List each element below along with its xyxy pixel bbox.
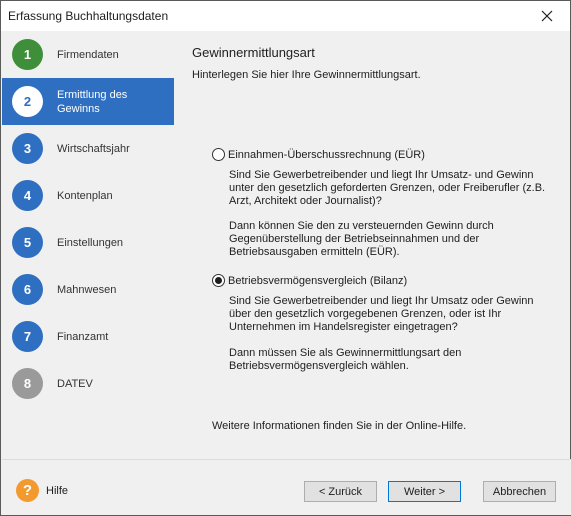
radio-euer-label[interactable]: Einnahmen-Überschussrechnung (EÜR) (228, 149, 425, 161)
help-icon[interactable]: ? (16, 479, 39, 502)
step-number-badge: 6 (12, 274, 43, 305)
radio-option-euer[interactable]: Einnahmen-Überschussrechnung (EÜR) (212, 148, 425, 161)
radio-euer[interactable] (212, 148, 225, 161)
wizard-sidebar: 1 Firmendaten 2 Ermittlung des Gewinns 3… (2, 31, 174, 459)
window-title: Erfassung Buchhaltungsdaten (8, 9, 169, 23)
step-mahnwesen[interactable]: 6 Mahnwesen (2, 266, 174, 313)
step-number-badge: 4 (12, 180, 43, 211)
page-subtitle: Hinterlegen Sie hier Ihre Gewinnermittlu… (192, 69, 421, 81)
step-number-badge: 2 (12, 86, 43, 117)
bilanz-description-2: Dann müssen Sie als Gewinnermittlungsart… (229, 347, 462, 372)
step-label: DATEV (57, 377, 93, 390)
step-label: Firmendaten (57, 48, 119, 61)
step-wirtschaftsjahr[interactable]: 3 Wirtschaftsjahr (2, 125, 174, 172)
step-label: Einstellungen (57, 236, 124, 249)
euer-description-2: Dann können Sie den zu versteuernden Gew… (229, 220, 494, 258)
title-bar: Erfassung Buchhaltungsdaten (1, 1, 570, 31)
help-info-text: Weitere Informationen finden Sie in der … (212, 420, 467, 432)
step-number-badge: 5 (12, 227, 43, 258)
step-number-badge: 7 (12, 321, 43, 352)
step-number-badge: 8 (12, 368, 43, 399)
step-number-badge: 1 (12, 39, 43, 70)
step-label: Finanzamt (57, 330, 109, 343)
cancel-button[interactable]: Abbrechen (483, 481, 556, 502)
page-title: Gewinnermittlungsart (192, 45, 315, 60)
help-link[interactable]: Hilfe (46, 485, 68, 497)
dialog-window: Erfassung Buchhaltungsdaten 1 Firmendate… (0, 0, 571, 516)
next-button[interactable]: Weiter > (388, 481, 461, 502)
step-number-badge: 3 (12, 133, 43, 164)
close-button[interactable] (524, 1, 570, 31)
bilanz-description-1: Sind Sie Gewerbetreibender und liegt Ihr… (229, 295, 534, 333)
close-icon (541, 10, 553, 22)
dialog-footer: ? Hilfe < Zurück Weiter > Abbrechen (2, 459, 571, 515)
step-kontenplan[interactable]: 4 Kontenplan (2, 172, 174, 219)
step-einstellungen[interactable]: 5 Einstellungen (2, 219, 174, 266)
wizard-content: Gewinnermittlungsart Hinterlegen Sie hie… (174, 31, 570, 459)
euer-description-1: Sind Sie Gewerbetreibender und liegt Ihr… (229, 169, 546, 207)
step-label: Ermittlung des Gewinns (57, 88, 128, 115)
step-ermittlung-des-gewinns[interactable]: 2 Ermittlung des Gewinns (2, 78, 174, 125)
back-button[interactable]: < Zurück (304, 481, 377, 502)
step-firmendaten[interactable]: 1 Firmendaten (2, 31, 174, 78)
radio-selected-dot (215, 277, 222, 284)
radio-bilanz-label[interactable]: Betriebsvermögensvergleich (Bilanz) (228, 275, 407, 287)
radio-bilanz[interactable] (212, 274, 225, 287)
radio-option-bilanz[interactable]: Betriebsvermögensvergleich (Bilanz) (212, 274, 407, 287)
step-finanzamt[interactable]: 7 Finanzamt (2, 313, 174, 360)
step-label: Mahnwesen (57, 283, 117, 296)
step-label: Wirtschaftsjahr (57, 142, 130, 155)
step-datev: 8 DATEV (2, 360, 174, 407)
step-label: Kontenplan (57, 189, 113, 202)
